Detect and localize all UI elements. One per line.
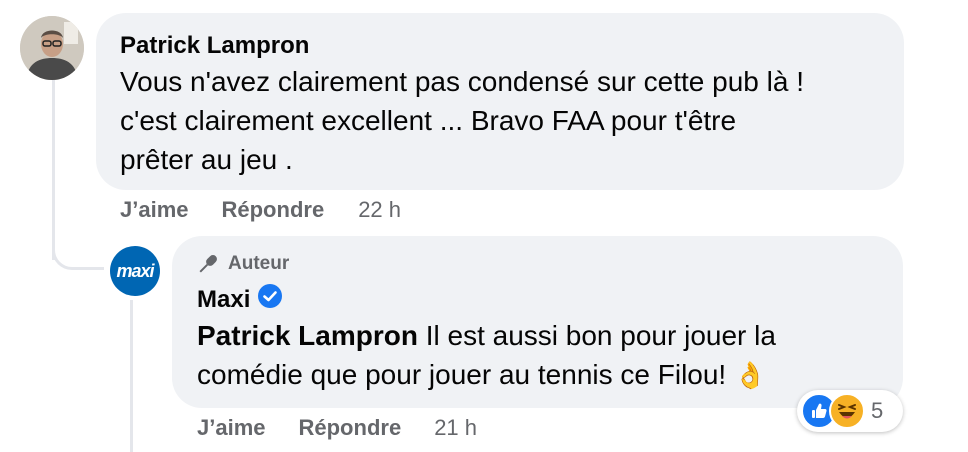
verified-badge-icon xyxy=(258,284,283,315)
comment-actions: J’aime Répondre 22 h xyxy=(120,197,401,223)
reply-text: Patrick Lampron Il est aussi bon pour jo… xyxy=(197,316,776,395)
comment-timestamp[interactable]: 22 h xyxy=(358,197,401,223)
reply-text-line: Il est aussi bon pour jouer la xyxy=(417,320,776,351)
user-avatar[interactable] xyxy=(20,16,84,80)
thread-line-vertical xyxy=(52,80,55,260)
comment-text-line: Vous n'avez clairement pas condensé sur … xyxy=(120,66,804,97)
reply-timestamp[interactable]: 21 h xyxy=(434,415,477,441)
reply-button[interactable]: Répondre xyxy=(299,415,402,441)
comment-author-name[interactable]: Patrick Lampron xyxy=(120,32,309,60)
maxi-logo-text: maxi xyxy=(116,260,154,281)
like-button[interactable]: J’aime xyxy=(197,415,266,441)
user-photo-icon xyxy=(20,16,84,80)
like-button[interactable]: J’aime xyxy=(120,197,189,223)
reply-author-link[interactable]: Maxi xyxy=(197,286,250,314)
author-badge: Auteur xyxy=(196,252,289,276)
thread-line-elbow xyxy=(52,240,104,270)
reactions-summary[interactable]: 5 xyxy=(797,390,903,432)
laughing-emoji-icon xyxy=(829,393,865,429)
comment-text: Vous n'avez clairement pas condensé sur … xyxy=(120,62,804,179)
reply-text-line: comédie que pour jouer au tennis ce Filo… xyxy=(197,359,734,390)
microphone-icon xyxy=(199,255,217,273)
mention-link[interactable]: Patrick Lampron xyxy=(197,320,418,351)
reply-button[interactable]: Répondre xyxy=(222,197,325,223)
reply-author-name: Maxi xyxy=(197,284,283,315)
ok-hand-emoji: 👌 xyxy=(734,360,767,390)
author-badge-label: Auteur xyxy=(228,253,290,274)
reply-actions: J’aime Répondre 21 h xyxy=(197,415,477,441)
comment-text-line: c'est clairement excellent ... Bravo FAA… xyxy=(120,105,737,136)
reply-thread-line xyxy=(130,300,133,452)
comment-text-line: prêter au jeu . xyxy=(120,144,293,175)
reaction-count: 5 xyxy=(871,398,884,423)
maxi-avatar[interactable]: maxi xyxy=(110,246,160,296)
